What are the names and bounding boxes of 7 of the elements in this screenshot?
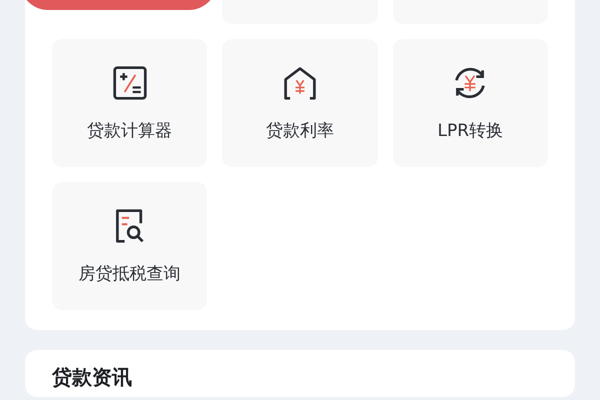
tool-tile[interactable]: LPR转换 (392, 39, 548, 167)
tool-tile[interactable]: 贷款计算器 (52, 39, 208, 167)
tool-tile[interactable]: 贷款利率 (222, 39, 378, 167)
tool-tile[interactable]: 房贷抵税查询 (52, 182, 208, 310)
house-yen-icon (282, 64, 318, 100)
section-title: 贷款资讯 (52, 364, 133, 391)
calculator-icon (112, 64, 148, 100)
